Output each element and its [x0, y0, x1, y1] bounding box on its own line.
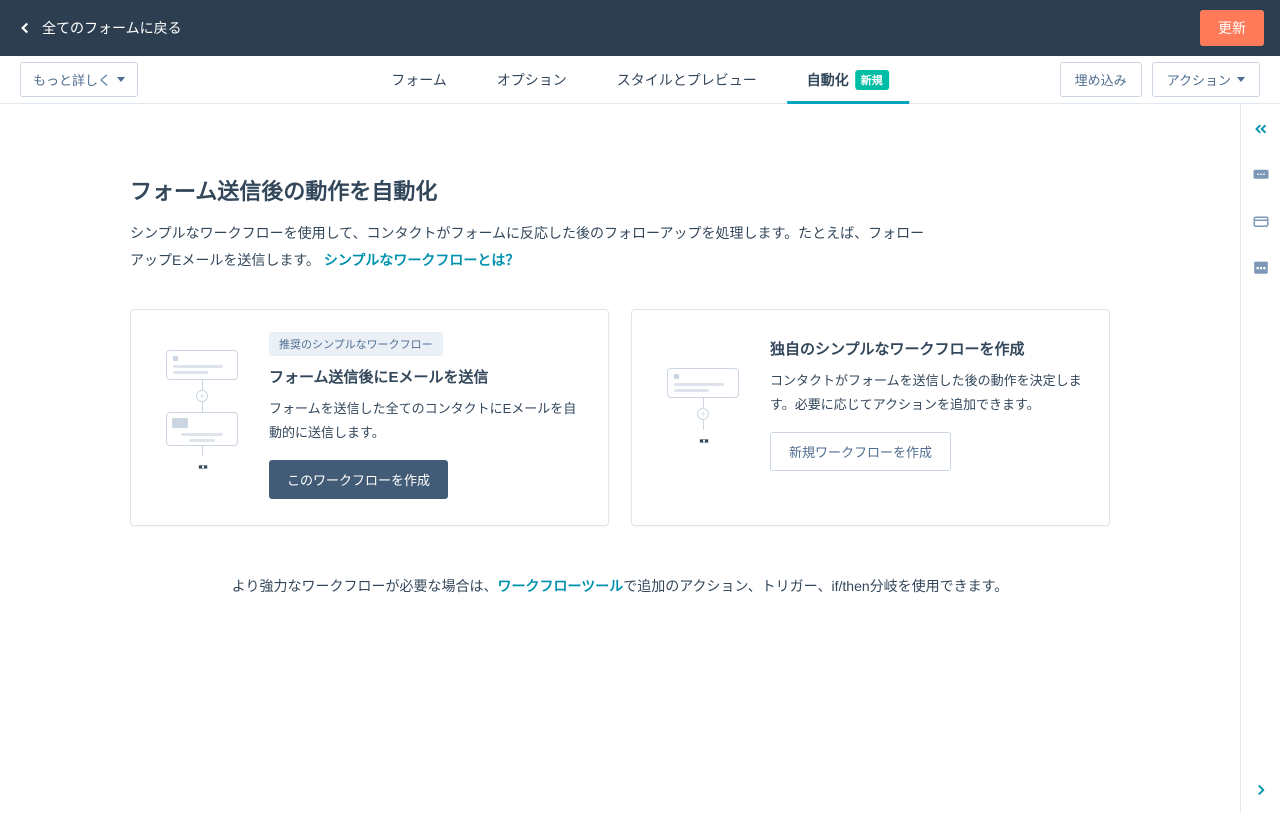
caret-down-icon: [1237, 77, 1245, 82]
workflow-tool-link[interactable]: ワークフローツール: [497, 578, 623, 594]
create-new-workflow-button[interactable]: 新規ワークフローを作成: [770, 432, 951, 471]
create-this-workflow-button[interactable]: このワークフローを作成: [269, 460, 448, 499]
simple-workflow-link[interactable]: シンプルなワークフローとは？: [324, 252, 520, 268]
topbar: 全てのフォームに戻る 更新: [0, 0, 1280, 56]
tabs: フォーム オプション スタイルとプレビュー 自動化 新規: [391, 56, 889, 103]
tab-option[interactable]: オプション: [497, 56, 567, 103]
collapse-icon[interactable]: [1252, 120, 1270, 138]
new-badge: 新規: [855, 70, 889, 90]
more-label: もっと詳しく: [33, 70, 111, 89]
card-description: コンタクトがフォームを送信した後の動作を決定します。必要に応じてアクションを追加…: [770, 369, 1083, 416]
footer-text: より強力なワークフローが必要な場合は、ワークフローツールで追加のアクション、トリ…: [130, 576, 1110, 596]
right-sidebar: [1240, 104, 1280, 813]
tab-automation[interactable]: 自動化 新規: [807, 56, 889, 103]
page-description: シンプルなワークフローを使用して、コンタクトがフォームに反応した後のフォローアッ…: [130, 220, 930, 273]
main-content: フォーム送信後の動作を自動化 シンプルなワークフローを使用して、コンタクトがフォ…: [0, 104, 1240, 813]
expand-icon[interactable]: [1252, 781, 1270, 799]
tab-style-preview[interactable]: スタイルとプレビュー: [617, 56, 757, 103]
caret-down-icon: [117, 77, 125, 82]
tabbar-right: 埋め込み アクション: [1060, 62, 1260, 97]
recommended-badge: 推奨のシンプルなワークフロー: [269, 332, 443, 356]
card-title: 独自のシンプルなワークフローを作成: [770, 338, 1083, 359]
actions-label: アクション: [1167, 70, 1231, 89]
workflow-illustration: + ▪▫▪: [658, 332, 748, 499]
back-link[interactable]: 全てのフォームに戻る: [16, 18, 182, 38]
tabbar: もっと詳しく フォーム オプション スタイルとプレビュー 自動化 新規 埋め込み…: [0, 56, 1280, 104]
card-icon[interactable]: [1252, 212, 1270, 230]
tab-form[interactable]: フォーム: [391, 56, 447, 103]
update-button[interactable]: 更新: [1200, 10, 1264, 46]
card-description: フォームを送信した全てのコンタクトにEメールを自動的に送信します。: [269, 397, 582, 444]
chevron-left-icon: [16, 19, 34, 37]
page-title: フォーム送信後の動作を自動化: [130, 174, 1110, 206]
back-label: 全てのフォームに戻る: [42, 18, 182, 38]
card-recommended-workflow: + ▪▫▪ 推奨のシンプルなワークフロー フォーム送信後にEメールを送信 フォー…: [130, 309, 609, 526]
more-details-button[interactable]: もっと詳しく: [20, 62, 138, 97]
workflow-illustration: + ▪▫▪: [157, 332, 247, 499]
card-custom-workflow: + ▪▫▪ 独自のシンプルなワークフローを作成 コンタクトがフォームを送信した後…: [631, 309, 1110, 526]
card-title: フォーム送信後にEメールを送信: [269, 366, 582, 387]
calendar-icon[interactable]: [1252, 258, 1270, 276]
message-icon[interactable]: [1252, 166, 1270, 184]
embed-button[interactable]: 埋め込み: [1060, 62, 1142, 97]
actions-button[interactable]: アクション: [1152, 62, 1260, 97]
